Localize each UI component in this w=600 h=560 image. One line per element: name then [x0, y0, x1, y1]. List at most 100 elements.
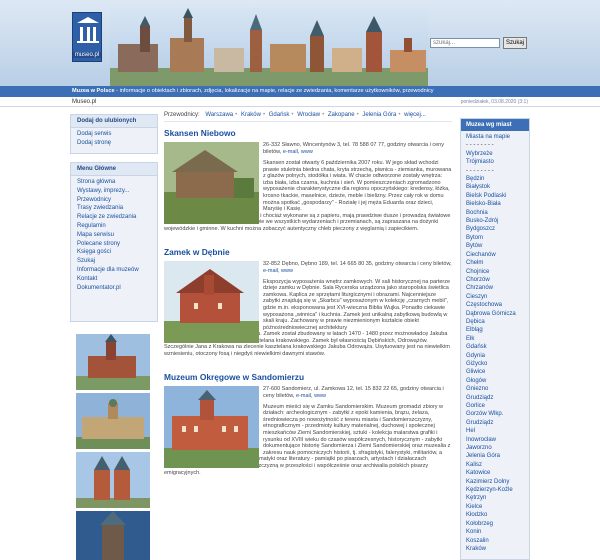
museum-email-link[interactable]: e-mail	[263, 268, 278, 274]
museum-title[interactable]: Zamek w Dębnie	[164, 247, 452, 257]
city-link-krakow[interactable]: Kraków	[241, 112, 261, 118]
city-list-item[interactable]: Dębica	[466, 318, 529, 326]
museo-logo[interactable]: museo.pl	[72, 12, 102, 62]
city-list-item[interactable]: Kędzierzyn-Koźle	[466, 486, 529, 494]
guides-label: Przewodnicy:	[164, 112, 200, 118]
museum-entry: Skansen Niebowo 26-332 Sławno, Wincentyn…	[164, 128, 452, 233]
city-list-item[interactable]: Ciechanów	[466, 251, 529, 259]
city-list-item[interactable]: Grudziądz	[466, 419, 529, 427]
museums-by-city-title: Muzea wg miast	[461, 119, 529, 131]
city-list-item[interactable]: Jaworzno	[466, 444, 529, 452]
city-link-more[interactable]: więcej...	[404, 112, 426, 118]
city-list-item[interactable]: Gdańsk	[466, 343, 529, 351]
museum-address: 32-852 Dębno, Dębno 189, tel. 14 665 80 …	[263, 260, 452, 274]
city-list-item[interactable]: Jelenia Góra	[466, 452, 529, 460]
city-list-item[interactable]: Gorzów Wlkp.	[466, 410, 529, 418]
city-list-item[interactable]: Giżycko	[466, 360, 529, 368]
favorites-add-site[interactable]: Dodaj serwis	[77, 130, 157, 139]
current-date: poniedziałek, 03.08.2020 (3:1)	[460, 99, 528, 105]
menu-item-home[interactable]: Strona główna	[77, 178, 157, 187]
city-list-item[interactable]: Gdynia	[466, 352, 529, 360]
museum-www-link[interactable]: www	[301, 149, 313, 155]
menu-item-rules[interactable]: Regulamin	[77, 222, 157, 231]
menu-item-reports[interactable]: Relacje ze zwiedzania	[77, 213, 157, 222]
city-list-item[interactable]: Chojnice	[466, 268, 529, 276]
city-list-item[interactable]: Bielsk Podlaski	[466, 192, 529, 200]
city-list-item[interactable]: Głogów	[466, 377, 529, 385]
city-list-item[interactable]: Bytom	[466, 234, 529, 242]
museum-www-link[interactable]: www	[281, 268, 293, 274]
menu-item-documentator[interactable]: Dokumentator.pl	[77, 284, 157, 293]
museum-title[interactable]: Skansen Niebowo	[164, 128, 452, 138]
city-link-warszawa[interactable]: Warszawa	[205, 112, 233, 118]
city-list-item[interactable]: Kłodzko	[466, 511, 529, 519]
favorites-add-page[interactable]: Dodaj stronę	[77, 139, 157, 148]
city-list-separator: - - - - - - - -	[466, 142, 494, 149]
city-list-item[interactable]: Gniezno	[466, 385, 529, 393]
city-list-item[interactable]: Miasta na mapie	[466, 133, 529, 141]
museum-entry: Zamek w Dębnie 32-852 Dębno, Dębno 189, …	[164, 247, 452, 358]
city-list-item[interactable]: Częstochowa	[466, 301, 529, 309]
city-link-wroclaw[interactable]: Wrocław	[297, 112, 320, 118]
city-list-item[interactable]: Koszalin	[466, 537, 529, 545]
museum-thumbnail[interactable]	[164, 142, 259, 224]
city-list-item[interactable]: Chełm	[466, 259, 529, 267]
photo-church[interactable]	[76, 452, 150, 508]
menu-item-routes[interactable]: Trasy zwiedzania	[77, 204, 157, 213]
city-list-item[interactable]: Kołobrzeg	[466, 520, 529, 528]
city-link-zakopane[interactable]: Zakopane	[328, 112, 355, 118]
menu-item-museum-info[interactable]: Informacje dla muzeów	[77, 266, 157, 275]
city-list-item[interactable]: Cieszyn	[466, 293, 529, 301]
breadcrumb-home[interactable]: Museo.pl	[72, 97, 96, 107]
city-list-item[interactable]: Wybrzeże	[466, 150, 529, 158]
city-list-item[interactable]: Bydgoszcz	[466, 225, 529, 233]
photo-tower[interactable]	[76, 511, 150, 560]
museum-thumbnail[interactable]	[164, 385, 259, 468]
menu-item-sitemap[interactable]: Mapa serwisu	[77, 231, 157, 240]
museum-email-link[interactable]: e-mail	[296, 393, 311, 399]
city-list-item[interactable]: Elbląg	[466, 326, 529, 334]
menu-item-guestbook[interactable]: Księga gości	[77, 248, 157, 257]
city-list-item[interactable]: Grudziądz	[466, 394, 529, 402]
city-list-item[interactable]: Chorzów	[466, 276, 529, 284]
city-list-item[interactable]: Bielsko-Biała	[466, 200, 529, 208]
museum-thumbnail[interactable]	[164, 260, 259, 343]
city-list-item[interactable]: Kraków	[466, 545, 529, 553]
museum-email-link[interactable]: e-mail	[283, 149, 298, 155]
logo-text: museo.pl	[73, 52, 101, 58]
menu-item-recommended[interactable]: Polecane strony	[77, 240, 157, 249]
city-link-jelenia-gora[interactable]: Jelenia Góra	[362, 112, 396, 118]
city-list-item[interactable]: Gorlice	[466, 402, 529, 410]
city-list-item[interactable]: Gliwice	[466, 368, 529, 376]
city-list-item[interactable]: Będzin	[466, 175, 529, 183]
city-list-item[interactable]: Chrzanów	[466, 284, 529, 292]
city-list-item[interactable]: Kazimierz Dolny	[466, 478, 529, 486]
city-list-item[interactable]: Konin	[466, 528, 529, 536]
photo-palace[interactable]	[76, 393, 150, 449]
search-button[interactable]: Szukaj	[503, 37, 527, 49]
museum-title[interactable]: Muzeum Okręgowe w Sandomierzu	[164, 372, 452, 382]
city-list-item[interactable]: Białystok	[466, 183, 529, 191]
city-list-item[interactable]: Bytów	[466, 242, 529, 250]
city-list-item[interactable]: Hel	[466, 427, 529, 435]
city-list-item[interactable]: Trójmiasto	[466, 158, 529, 166]
city-list-item[interactable]: Katowice	[466, 469, 529, 477]
city-list-item[interactable]: Kalisz	[466, 461, 529, 469]
city-list-item[interactable]: Kętrzyn	[466, 494, 529, 502]
city-link-gdansk[interactable]: Gdańsk	[269, 112, 290, 118]
menu-item-contact[interactable]: Kontakt	[77, 275, 157, 284]
museum-www-link[interactable]: www	[314, 393, 326, 399]
menu-item-exhibitions[interactable]: Wystawy, imprezy...	[77, 187, 157, 196]
city-list-item[interactable]: Kielce	[466, 503, 529, 511]
city-list-item[interactable]: Inowrocław	[466, 436, 529, 444]
city-list-item[interactable]: Busko-Zdrój	[466, 217, 529, 225]
menu-item-guides[interactable]: Przewodnicy	[77, 196, 157, 205]
menu-item-search[interactable]: Szukaj	[77, 257, 157, 266]
city-list-item[interactable]: Bochnia	[466, 209, 529, 217]
main-menu-title: Menu Główne	[71, 163, 157, 176]
favorites-box: Dodaj do ulubionych Dodaj serwis Dodaj s…	[70, 114, 158, 154]
photo-castle-red[interactable]	[76, 334, 150, 390]
city-list-item[interactable]: Dąbrowa Górnicza	[466, 310, 529, 318]
search-input[interactable]	[430, 38, 500, 48]
city-list-item[interactable]: Ełk	[466, 335, 529, 343]
